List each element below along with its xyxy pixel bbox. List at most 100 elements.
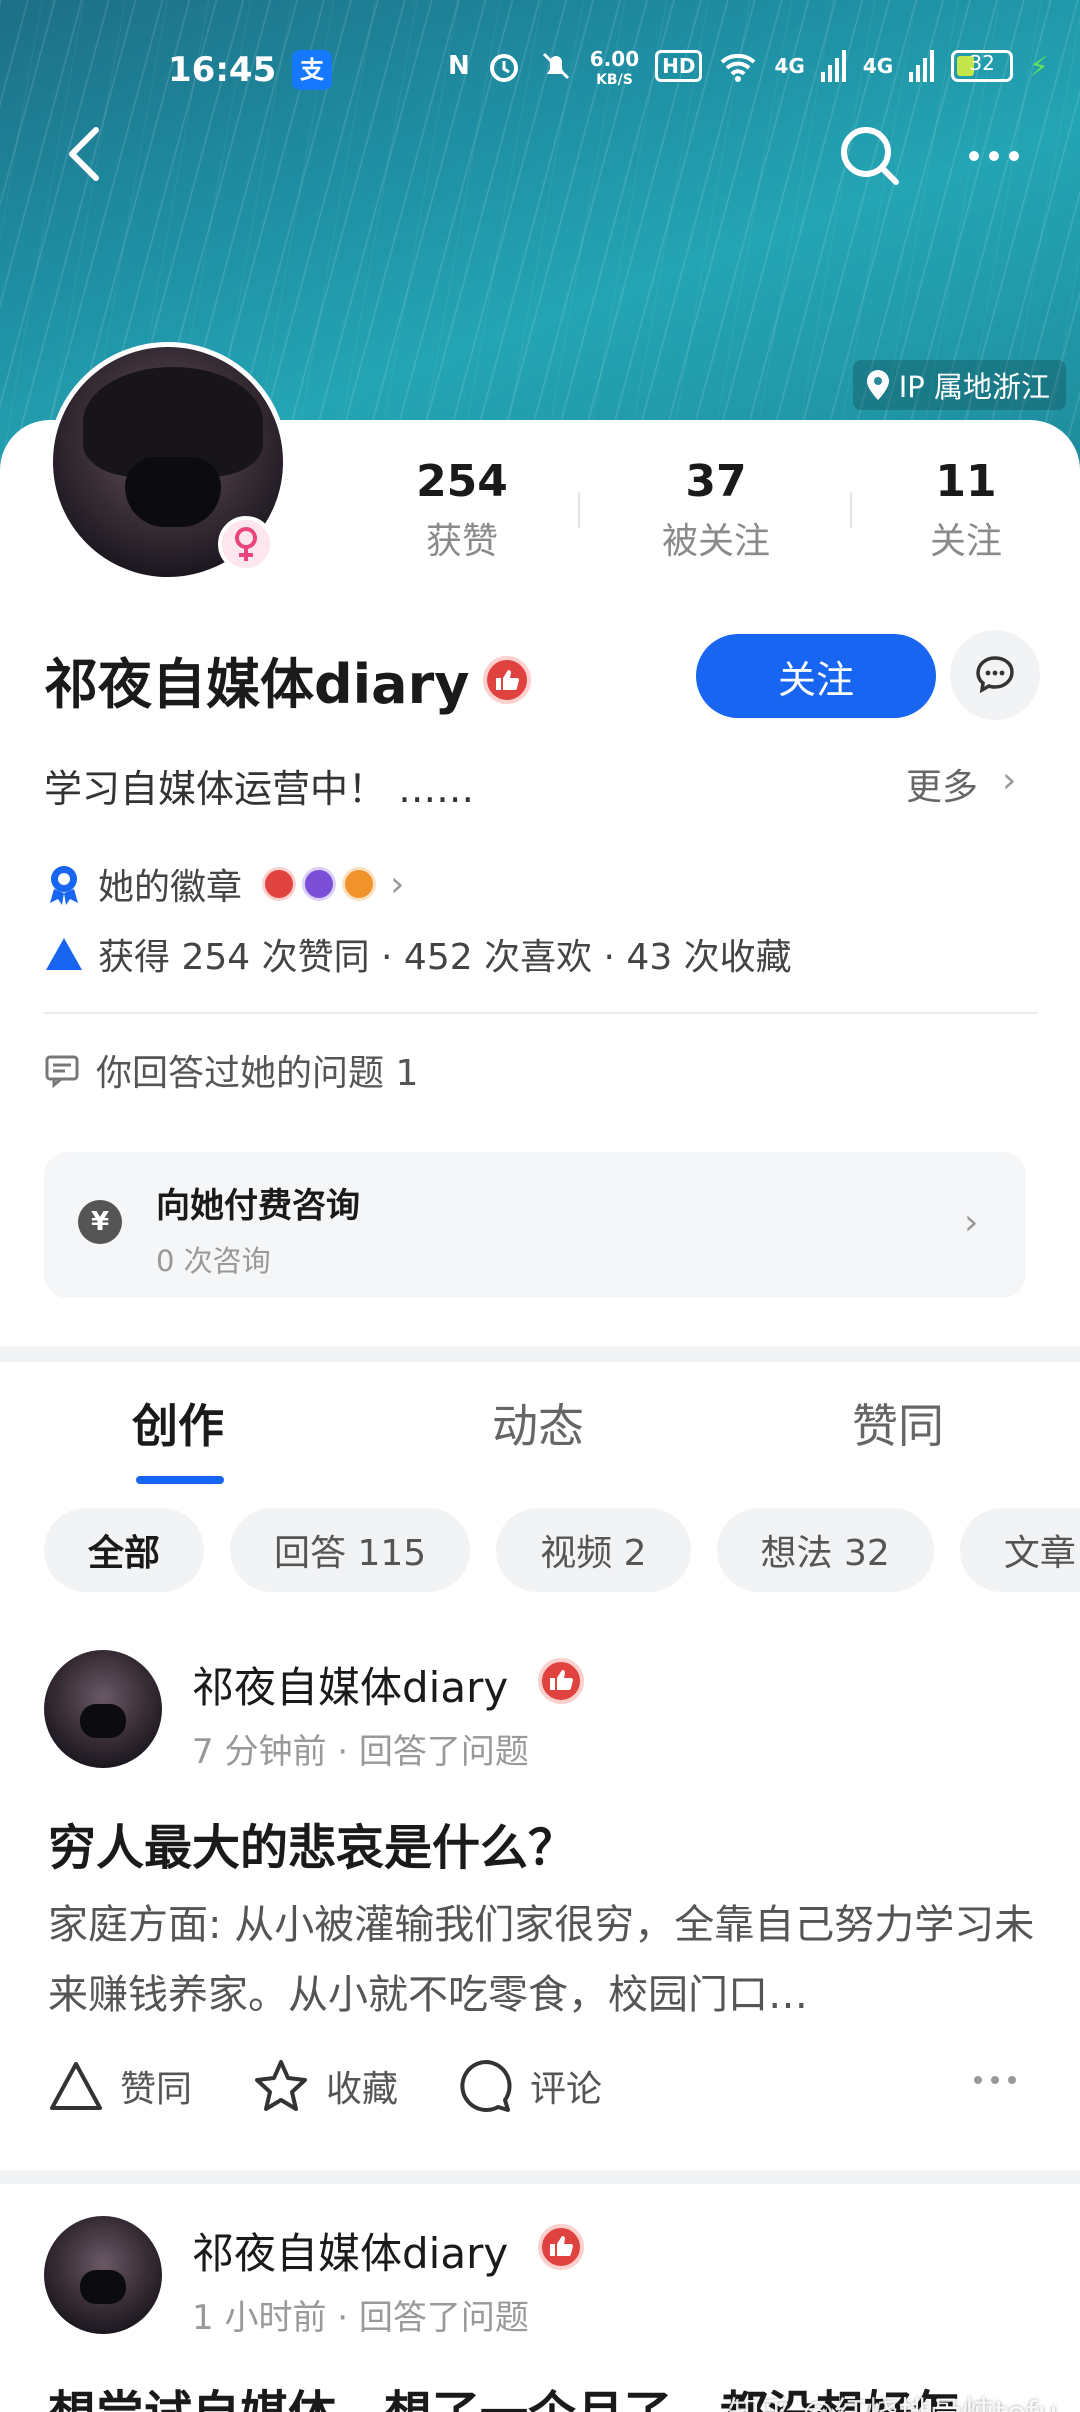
stat-followers-label: 被关注 [661, 521, 770, 562]
alarm-icon [489, 54, 518, 82]
avatar-mask [80, 2270, 126, 2304]
filter-articles[interactable]: 文章 [959, 1508, 1080, 1592]
status-bar: 16:45 支 N 6.00 KB/S HD 4G 4G 32 ⚡ [0, 40, 1080, 100]
answered-questions-row[interactable]: 你回答过她的问题 1 [44, 1044, 418, 1096]
stat-likes-label: 获赞 [425, 521, 498, 562]
stat-following-label: 关注 [929, 521, 1002, 562]
hd-icon: HD [655, 50, 703, 82]
tab-creations[interactable]: 创作 [132, 1390, 224, 1456]
feed-separator [0, 2170, 1080, 2184]
search-icon[interactable] [838, 124, 902, 188]
badges-label: 她的徽章 [98, 867, 243, 908]
follow-button[interactable]: 关注 [696, 634, 936, 718]
stat-following[interactable]: 11 关注 [866, 452, 1066, 572]
bio-more-link[interactable]: 更多 [906, 758, 978, 810]
stat-followers[interactable]: 37 被关注 [616, 452, 816, 572]
filter-all[interactable]: 全部 [44, 1508, 205, 1592]
comment-button[interactable]: 评论 [458, 2058, 602, 2114]
yuan-icon: ¥ [78, 1200, 122, 1244]
stat-divider [850, 492, 852, 528]
upvote-icon [50, 2062, 102, 2110]
more-options-icon[interactable] [966, 136, 1022, 176]
female-gender-icon [218, 516, 274, 572]
favorite-button[interactable]: 收藏 [252, 2058, 398, 2114]
watermark: 知乎 @红烧排骨炖tofu [728, 2388, 1058, 2412]
consult-title: 向她付费咨询 [156, 1186, 360, 1226]
post-meta: 7 分钟前 · 回答了问题 [192, 1732, 529, 1772]
chevron-right-icon: › [964, 1202, 979, 1243]
post-meta: 1 小时前 · 回答了问题 [192, 2298, 529, 2338]
ip-location-badge: IP 属地浙江 [852, 360, 1066, 410]
stat-likes[interactable]: 254 获赞 [362, 452, 562, 572]
back-icon[interactable] [56, 124, 116, 184]
comment-label: 评论 [530, 2069, 603, 2110]
more-options-icon[interactable] [970, 2060, 1020, 2100]
upvote-button[interactable]: 赞同 [48, 2060, 192, 2112]
post-author-name[interactable]: 祁夜自媒体diary [192, 1654, 508, 1715]
star-icon [255, 2060, 308, 2111]
profile-page: 16:45 支 N 6.00KB/S HD 4G 4G 32 ⚡ IP 属地浙 [0, 0, 1080, 2412]
nfc-icon: N [448, 51, 470, 81]
active-tab-indicator [136, 1476, 224, 1484]
pen-badge-icon [302, 867, 337, 901]
status-time: 16:45 [168, 50, 277, 90]
post-author-avatar[interactable] [44, 2216, 162, 2334]
username-row: 祁夜自媒体diary [44, 640, 532, 719]
profile-bio: 学习自媒体运营中！ …… [44, 767, 475, 811]
content-tabs: 创作 动态 赞同 [0, 1390, 1080, 1490]
chat-bubble-icon [976, 656, 1014, 694]
signal-4g-icon: 4G [774, 54, 805, 78]
creator-like-badge-icon[interactable] [483, 655, 532, 704]
filter-chips: 全部 回答 115 视频 2 想法 32 文章 [44, 1508, 1080, 1592]
person-badge-icon [342, 867, 377, 901]
answered-questions-text: 你回答过她的问题 1 [96, 1053, 419, 1094]
stat-likes-num: 254 [416, 456, 508, 507]
paid-consult-card[interactable]: ¥ 向她付费咨询 0 次咨询 › [44, 1152, 1026, 1298]
network-speed-value: 6.00 [589, 47, 640, 71]
upvote-triangle-icon [46, 938, 82, 970]
message-button[interactable] [950, 630, 1040, 720]
network-speed: 6.00 KB/S [589, 46, 640, 88]
favorite-label: 收藏 [326, 2069, 399, 2110]
filter-videos[interactable]: 视频 2 [496, 1508, 691, 1592]
post-excerpt[interactable]: 家庭方面: 从小被灌输我们家很穷，全靠自己努力学习未来赚钱养家。从小就不吃零食，… [48, 1890, 1038, 2030]
network-speed-unit: KB/S [596, 72, 633, 88]
status-icons: N 6.00 KB/S HD 4G 4G 32 ⚡ [448, 46, 1049, 88]
creator-like-badge-icon [538, 1658, 584, 1704]
stat-following-num: 11 [935, 456, 997, 507]
medal-icon [50, 866, 78, 905]
post-author-avatar[interactable] [44, 1650, 162, 1768]
signal-bars-icon-2 [909, 50, 935, 82]
battery-icon: 32 [951, 50, 1014, 82]
tab-upvoted[interactable]: 赞同 [852, 1390, 944, 1456]
upvote-label: 赞同 [120, 2069, 193, 2110]
post-title[interactable]: 穷人最大的悲哀是什么？ [48, 1808, 576, 1878]
signal-bars-icon [820, 50, 846, 82]
achievement-stats-row: 获得 254 次赞同 · 452 次喜欢 · 43 次收藏 [44, 928, 792, 980]
ip-location-text: IP 属地浙江 [898, 370, 1050, 404]
creator-like-badge-icon [538, 2224, 584, 2270]
location-pin-icon [866, 370, 889, 400]
battery-level: 32 [969, 51, 995, 75]
stat-followers-num: 37 [685, 456, 747, 507]
filter-thoughts[interactable]: 想法 32 [716, 1508, 934, 1592]
badges-row[interactable]: 她的徽章 › [44, 858, 404, 910]
charging-icon: ⚡ [1029, 49, 1049, 83]
mute-bell-icon [542, 52, 569, 80]
username: 祁夜自媒体diary [44, 653, 470, 716]
post-author-name[interactable]: 祁夜自媒体diary [192, 2220, 508, 2281]
tab-activity[interactable]: 动态 [492, 1390, 584, 1456]
comment-icon [45, 1055, 79, 1088]
divider [44, 1012, 1038, 1014]
avatar-mask [125, 457, 221, 527]
post-actions: 赞同 收藏 评论 [48, 2058, 662, 2114]
signal-4g-icon-2: 4G [862, 54, 894, 78]
alipay-icon: 支 [292, 50, 332, 90]
chevron-right-icon: › [390, 863, 405, 905]
consult-count: 0 次咨询 [156, 1244, 271, 1278]
stat-divider [578, 492, 580, 528]
chevron-right-icon[interactable]: › [1002, 760, 1016, 801]
filter-answers[interactable]: 回答 115 [230, 1508, 471, 1592]
like-badge-icon [262, 867, 297, 901]
comment-bubble-icon [460, 2060, 512, 2112]
